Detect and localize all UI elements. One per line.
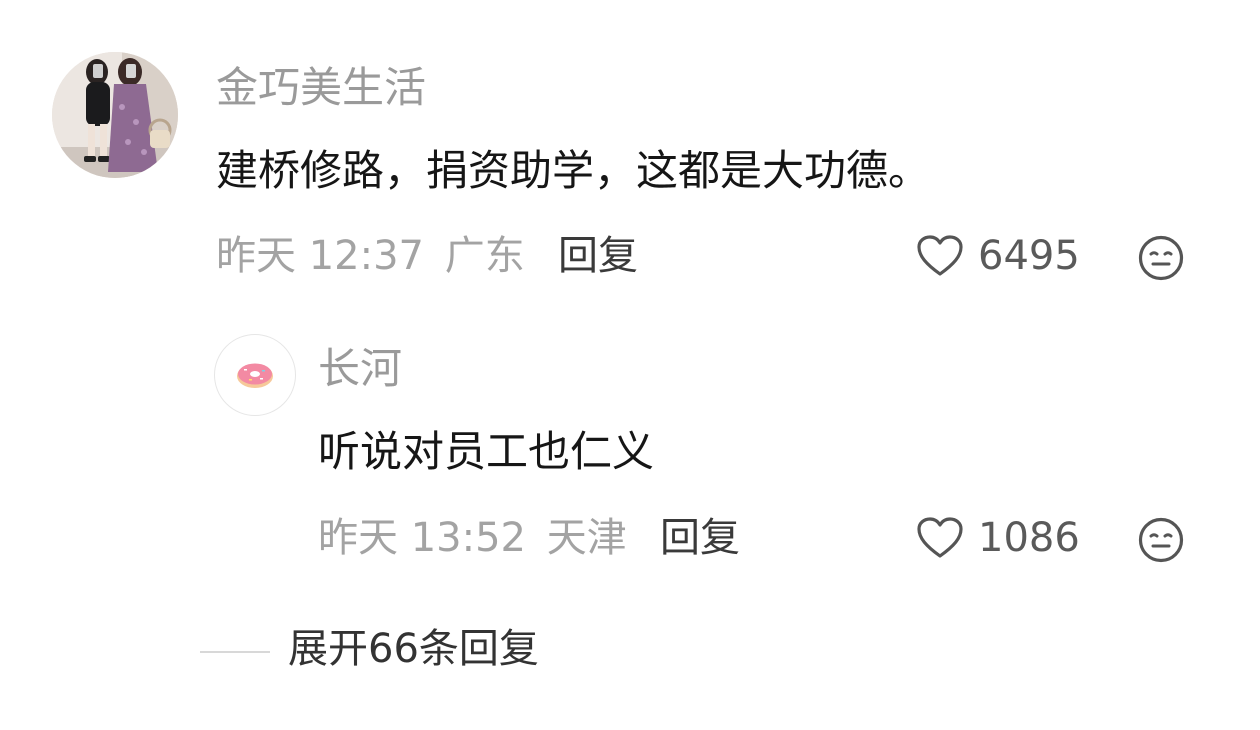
reply-meta: 昨天 13:52 天津	[318, 518, 627, 558]
reply-button[interactable]: 回复	[558, 236, 638, 276]
expand-divider	[200, 651, 270, 653]
reply-reply-button[interactable]: 回复	[660, 518, 740, 558]
reply-emoji-button[interactable]	[1137, 516, 1185, 568]
reply-time: 昨天 13:52	[318, 515, 526, 561]
emoji-face-icon	[1138, 517, 1184, 563]
comment-location: 广东	[444, 233, 525, 279]
heart-outline-icon	[917, 235, 963, 276]
donut-avatar-icon	[237, 363, 273, 388]
commenter-username[interactable]: 金巧美生活	[216, 67, 426, 109]
heart-outline-icon	[917, 517, 963, 558]
reply-location: 天津	[546, 515, 627, 561]
avatar-photo	[52, 52, 178, 178]
reply-text: 听说对员工也仁义	[318, 427, 655, 476]
comment-meta: 昨天 12:37 广东	[216, 236, 525, 276]
comment-time: 昨天 12:37	[216, 233, 424, 279]
emoji-face-icon	[1138, 235, 1184, 281]
comment-like-button[interactable]: 6495	[916, 234, 1080, 278]
comment-text: 建桥修路，捐资助学，这都是大功德。	[216, 146, 931, 195]
commenter-avatar[interactable]	[52, 52, 178, 178]
replier-username[interactable]: 长河	[318, 348, 402, 390]
expand-replies-button[interactable]: 展开66条回复	[288, 629, 539, 669]
reply-like-count: 1086	[978, 515, 1080, 561]
reply-like-button[interactable]: 1086	[916, 516, 1080, 560]
comment-like-count: 6495	[978, 233, 1080, 279]
comment-emoji-button[interactable]	[1137, 234, 1185, 286]
replier-avatar[interactable]	[214, 334, 296, 416]
